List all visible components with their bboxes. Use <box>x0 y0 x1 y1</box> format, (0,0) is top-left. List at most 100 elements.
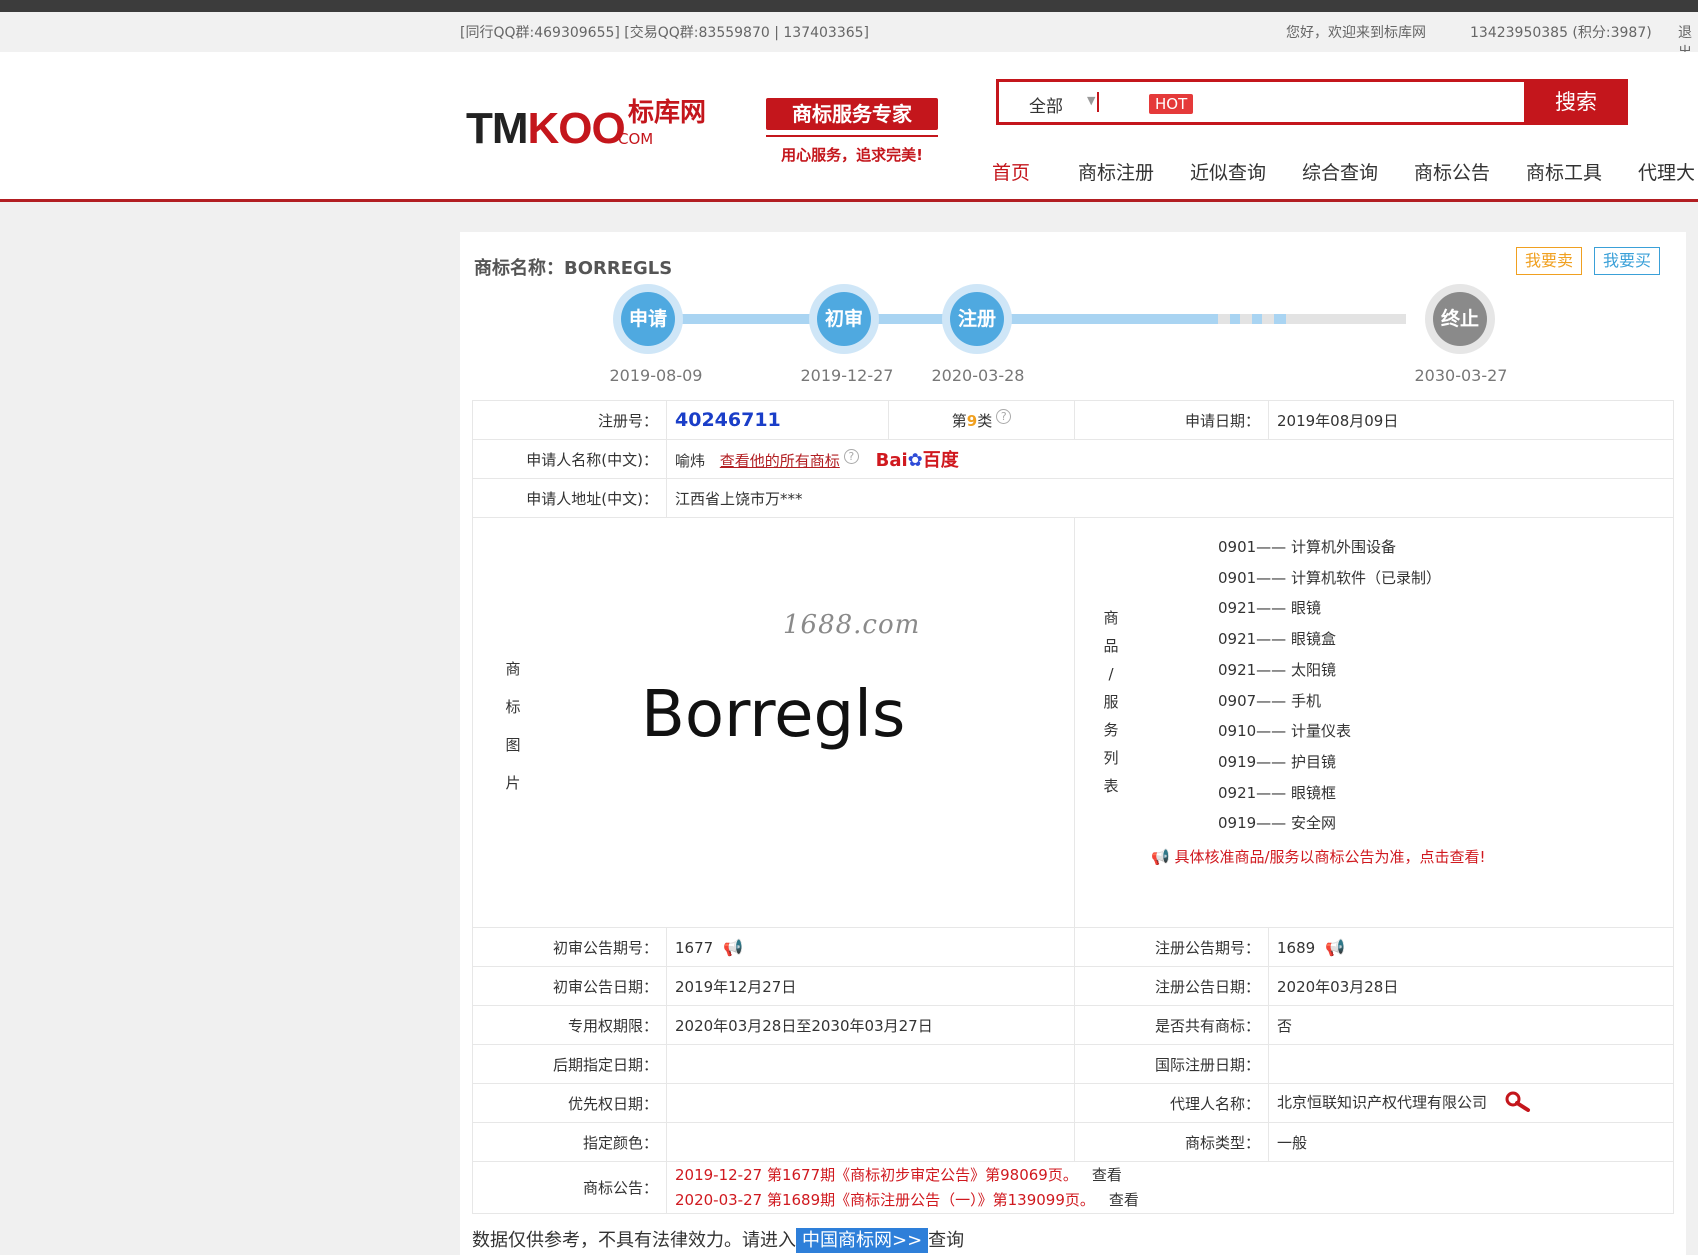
exclusive-term-label: 专用权期限： <box>472 1005 667 1045</box>
help-icon[interactable]: ? <box>996 409 1012 424</box>
nav-home[interactable]: 首页 <box>992 158 1030 185</box>
view-all-trademarks-link[interactable]: 查看他的所有商标 <box>720 452 840 470</box>
view-link[interactable]: 查看 <box>1109 1191 1139 1209</box>
search-button[interactable]: 搜索 <box>1524 79 1628 125</box>
site-logo[interactable]: TMKOO 标库网 COM <box>466 92 716 153</box>
goods-label-char: 服 <box>1103 693 1119 711</box>
goods-note-text: 具体核准商品/服务以商标公告为准，点击查看! <box>1174 848 1486 866</box>
timeline-step-registered: 注册 <box>942 284 1012 354</box>
agent-cell: 北京恒联知识产权代理有限公司 <box>1268 1083 1674 1123</box>
nav-agents[interactable]: 代理大 <box>1638 158 1695 185</box>
image-label-char: 片 <box>505 774 521 792</box>
goods-label-char: 品 <box>1103 637 1119 655</box>
color-label: 指定颜色： <box>472 1122 667 1162</box>
nav-register[interactable]: 商标注册 <box>1078 158 1154 185</box>
prelim-no-label: 初审公告期号： <box>472 927 667 967</box>
search-scope-select[interactable]: 全部 <box>1029 92 1063 117</box>
megaphone-icon[interactable]: 📢 <box>1325 938 1345 957</box>
intl-date-label: 国际注册日期： <box>1074 1044 1269 1084</box>
goods-label-char: 商 <box>1103 609 1119 627</box>
slogan-subtitle: 用心服务，追求完美! <box>781 146 923 164</box>
chevron-down-icon[interactable]: ▼ <box>1087 94 1095 107</box>
reg-ann-no-value: 1689 <box>1277 938 1316 957</box>
cn-trademark-link[interactable]: 中国商标网>> <box>796 1228 929 1253</box>
prelim-no-value: 1677 <box>675 938 714 957</box>
nav-announcements[interactable]: 商标公告 <box>1414 158 1490 185</box>
sell-button[interactable]: 我要卖 <box>1516 247 1582 275</box>
later-date-value <box>666 1044 1075 1084</box>
list-item: 0921—— 太阳镜 <box>1218 660 1336 679</box>
reg-ann-date-label: 注册公告日期： <box>1074 966 1269 1006</box>
type-label: 商标类型： <box>1074 1122 1269 1162</box>
reg-no-label: 注册号： <box>472 400 667 440</box>
class-prefix: 第 <box>951 412 967 430</box>
goods-services-cell: 商 品 / 服 务 列 表 0901—— 计算机外围设备 0901—— 计算机软… <box>1074 517 1674 928</box>
timeline-gap <box>1218 314 1230 324</box>
hot-badge: HOT <box>1149 94 1194 114</box>
table-row: 优先权日期： 代理人名称： 北京恒联知识产权代理有限公司 <box>472 1083 1674 1123</box>
baidu-search-link[interactable]: Bai✿百度 <box>876 450 959 471</box>
goods-label-char: 列 <box>1103 749 1119 767</box>
reg-ann-no-label: 注册公告期号： <box>1074 927 1269 967</box>
timeline-remaining-line <box>1286 314 1406 324</box>
priority-date-value <box>666 1083 1075 1123</box>
timeline-step-expire: 终止 <box>1425 284 1495 354</box>
image-label-char: 图 <box>505 736 521 754</box>
shared-value: 否 <box>1268 1005 1674 1045</box>
announce-cell: 2019-12-27 第1677期《商标初步审定公告》第98069页。 查看 20… <box>666 1161 1674 1214</box>
nav-comprehensive-search[interactable]: 综合查询 <box>1302 158 1378 185</box>
table-row: 初审公告日期： 2019年12月27日 注册公告日期： 2020年03月28日 <box>472 966 1674 1006</box>
timeline-date: 2030-03-27 <box>1414 366 1508 385</box>
announce-label: 商标公告： <box>472 1161 667 1214</box>
list-item: 0921—— 眼镜 <box>1218 599 1321 618</box>
list-item: 0921—— 眼镜框 <box>1218 783 1336 802</box>
prelim-date-value: 2019年12月27日 <box>666 966 1075 1006</box>
color-value <box>666 1122 1075 1162</box>
timeline-step-apply: 申请 <box>613 284 683 354</box>
user-account-link[interactable]: 13423950385 (积分:3987) <box>1470 22 1652 42</box>
agent-label: 代理人名称： <box>1074 1083 1269 1123</box>
announcement-text: 2019-12-27 第1677期《商标初步审定公告》第98069页。 <box>675 1165 1078 1184</box>
nav-tools[interactable]: 商标工具 <box>1526 158 1602 185</box>
address-value: 江西省上饶市万*** <box>666 478 1674 518</box>
announcement-text: 2020-03-27 第1689期《商标注册公告（一）》第139099页。 <box>675 1190 1095 1209</box>
image-label-vertical: 商 标 图 片 <box>503 650 523 802</box>
address-label: 申请人地址(中文)： <box>472 478 667 518</box>
table-row: 申请人地址(中文)： 江西省上饶市万*** <box>472 478 1674 518</box>
apply-date-label: 申请日期： <box>1074 400 1269 440</box>
trademark-name: 商标名称：BORREGLS <box>474 258 673 279</box>
apply-date-value: 2019年08月09日 <box>1268 400 1674 440</box>
prelim-no-cell: 1677 📢 <box>666 927 1075 967</box>
table-row: 指定颜色： 商标类型： 一般 <box>472 1122 1674 1162</box>
later-date-label: 后期指定日期： <box>472 1044 667 1084</box>
baidu-text: Bai <box>875 450 908 471</box>
baidu-cn-text: 百度 <box>922 450 959 471</box>
help-icon[interactable]: ? <box>843 449 859 464</box>
list-item: 0907—— 手机 <box>1218 691 1321 710</box>
goods-note-link[interactable]: 📢 具体核准商品/服务以商标公告为准，点击查看! <box>1151 846 1486 867</box>
class-suffix: 类 <box>977 412 993 430</box>
logo-cn: 标库网 <box>628 98 707 128</box>
nav-similar-search[interactable]: 近似查询 <box>1190 158 1266 185</box>
goods-list: 0901—— 计算机外围设备 0901—— 计算机软件（已录制） 0921—— … <box>1218 532 1441 839</box>
goods-label-char: 务 <box>1103 721 1119 739</box>
table-row: 专用权期限： 2020年03月28日至2030年03月27日 是否共有商标： 否 <box>472 1005 1674 1045</box>
list-item: 0919—— 护目镜 <box>1218 752 1336 771</box>
buy-button[interactable]: 我要买 <box>1594 247 1660 275</box>
slogan-divider <box>766 135 938 137</box>
list-item: 0901—— 计算机软件（已录制） <box>1218 568 1441 587</box>
baidu-paw-icon: ✿ <box>907 450 923 471</box>
view-link[interactable]: 查看 <box>1092 1166 1122 1184</box>
table-row: 初审公告期号： 1677 📢 注册公告期号： 1689 📢 <box>472 927 1674 967</box>
timeline-date: 2019-12-27 <box>800 366 894 385</box>
list-item: 0919—— 安全网 <box>1218 814 1336 833</box>
table-row: 申请人名称(中文)： 喻炜 查看他的所有商标? Bai✿百度 <box>472 439 1674 479</box>
trademark-detail-card: 商标名称：BORREGLS 我要卖 我要买 申请 初审 注册 终止 2019-0… <box>460 232 1686 1255</box>
status-timeline: 申请 初审 注册 终止 2019-08-09 2019-12-27 2020-0… <box>460 282 1686 392</box>
watermark: 1688.com <box>783 610 921 640</box>
search-icon[interactable] <box>1504 1090 1532 1116</box>
megaphone-icon[interactable]: 📢 <box>723 938 743 957</box>
applicant-cell: 喻炜 查看他的所有商标? Bai✿百度 <box>666 439 1674 479</box>
exclusive-term-value: 2020年03月28日至2030年03月27日 <box>666 1005 1075 1045</box>
table-row: 商 标 图 片 1688.com Borregls 商 品 / 服 务 列 表 <box>472 517 1674 928</box>
